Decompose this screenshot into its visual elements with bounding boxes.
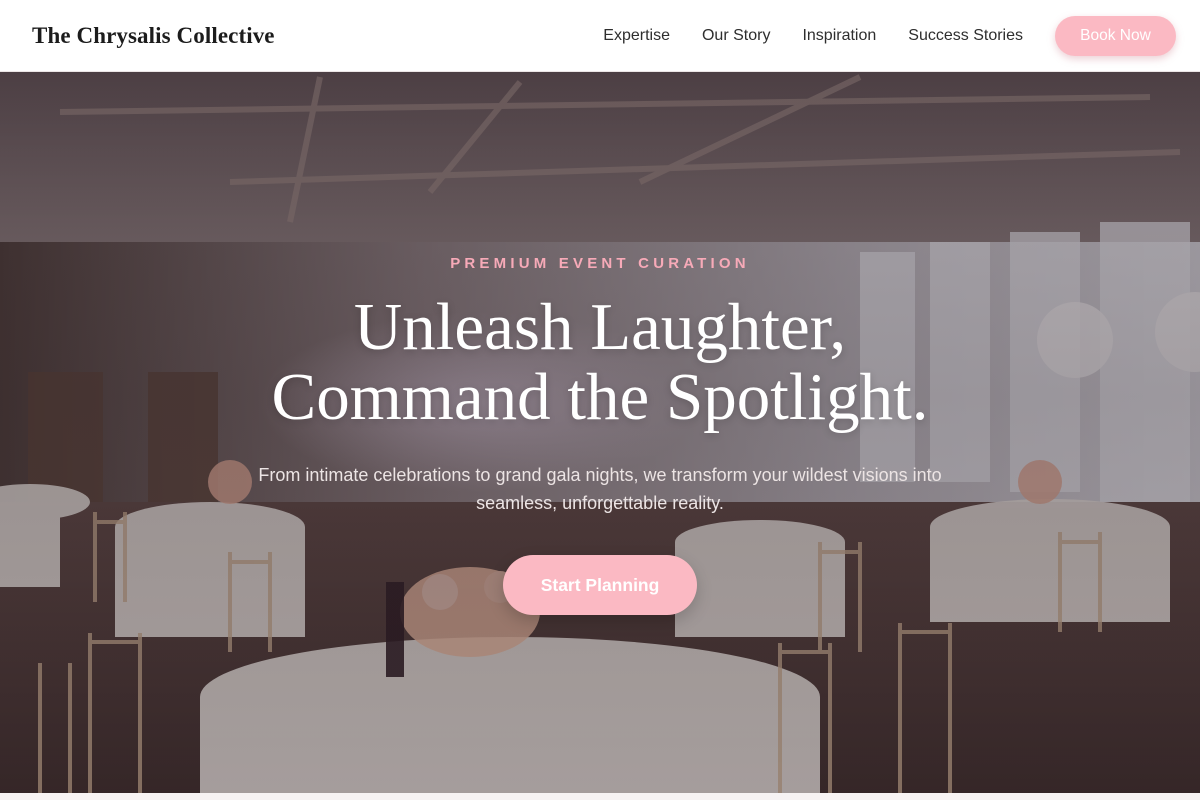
nav-link-inspiration[interactable]: Inspiration — [802, 27, 876, 45]
start-planning-button[interactable]: Start Planning — [503, 555, 697, 615]
nav-link-expertise[interactable]: Expertise — [603, 27, 670, 45]
hero-headline-line-1: Unleash Laughter, — [353, 290, 847, 364]
hero-eyebrow: PREMIUM EVENT CURATION — [450, 255, 750, 272]
hero-subtext: From intimate celebrations to grand gala… — [258, 465, 942, 513]
nav-link-our-story[interactable]: Our Story — [702, 27, 770, 45]
brand-logo[interactable]: The Chrysalis Collective — [32, 23, 275, 49]
hero-content: PREMIUM EVENT CURATION Unleash Laughter,… — [0, 72, 1200, 793]
hero-section: PREMIUM EVENT CURATION Unleash Laughter,… — [0, 72, 1200, 793]
site-header: The Chrysalis Collective Expertise Our S… — [0, 0, 1200, 72]
next-section-edge — [0, 793, 1200, 800]
hero-headline: Unleash Laughter, Command the Spotlight. — [0, 292, 1200, 432]
main-nav: Expertise Our Story Inspiration Success … — [603, 15, 1176, 56]
book-now-button[interactable]: Book Now — [1055, 15, 1176, 56]
hero-headline-line-2: Command the Spotlight. — [271, 360, 929, 434]
nav-link-success-stories[interactable]: Success Stories — [908, 27, 1023, 45]
